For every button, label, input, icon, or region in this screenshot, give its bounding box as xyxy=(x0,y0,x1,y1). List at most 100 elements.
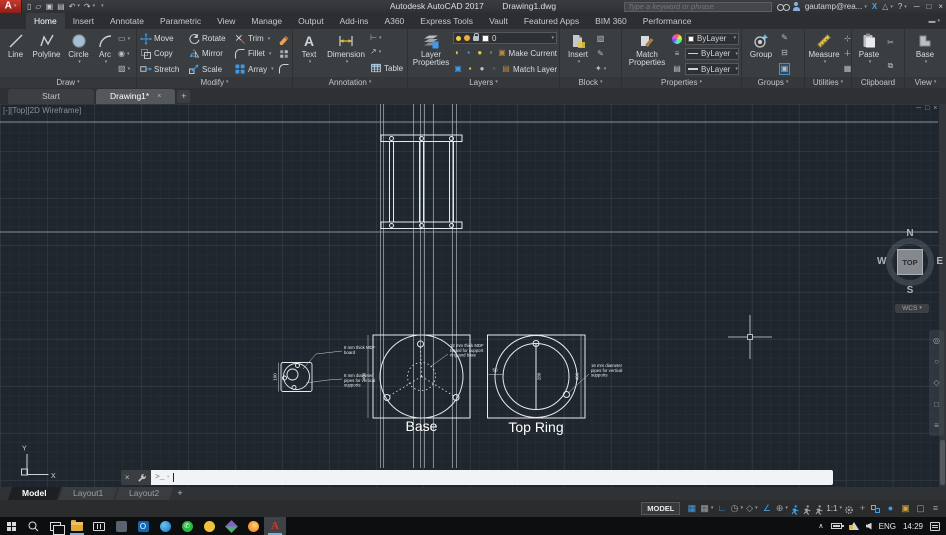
rectangle-icon[interactable]: ▭ xyxy=(118,34,129,44)
qat-customize-icon[interactable] xyxy=(99,0,104,13)
ribbon-tab-bim360[interactable]: BIM 360 xyxy=(587,13,635,29)
mirror-button[interactable]: Mirror xyxy=(188,47,232,61)
layer-make-current-icon[interactable]: ▣ xyxy=(497,48,506,58)
annotation-monitor-icon[interactable]: + xyxy=(856,501,869,516)
polyline-button[interactable]: Polyline xyxy=(29,30,64,76)
volume-muted-button[interactable]: × xyxy=(866,523,872,530)
match-layer-button[interactable]: Match Layer xyxy=(513,65,557,74)
command-close-icon[interactable]: × xyxy=(125,473,130,482)
task-view-button[interactable] xyxy=(44,517,66,535)
grid-display-icon[interactable]: ▦ xyxy=(685,501,698,516)
clean-screen-icon[interactable]: ▢ xyxy=(914,501,927,516)
exchange-apps-icon[interactable]: X xyxy=(872,2,877,11)
lineweight-list-icon[interactable]: ▤ xyxy=(672,64,683,74)
make-current-button[interactable]: Make Current xyxy=(509,49,557,58)
action-center-icon[interactable] xyxy=(930,522,940,531)
panel-properties-footer[interactable]: Properties xyxy=(622,77,741,88)
explode-icon[interactable] xyxy=(278,48,290,60)
ribbon-tab-insert[interactable]: Insert xyxy=(65,13,102,29)
layer-tool-icon[interactable]: ▫ xyxy=(486,48,495,58)
annotation-scale-icon[interactable] xyxy=(814,505,824,515)
ribbon-tab-vault[interactable]: Vault xyxy=(481,13,516,29)
ellipse-icon[interactable]: ◉ xyxy=(118,49,129,59)
battery-icon[interactable] xyxy=(831,523,842,529)
offset-icon[interactable] xyxy=(278,63,290,75)
ribbon-tab-featured-apps[interactable]: Featured Apps xyxy=(516,13,587,29)
block-attributes-icon[interactable]: ✦ xyxy=(595,64,606,74)
customization-icon[interactable]: ≡ xyxy=(929,501,942,516)
tab-model[interactable]: Model xyxy=(8,487,61,500)
doc-restore-icon[interactable]: □ xyxy=(925,105,929,112)
panel-utilities-footer[interactable]: Utilities xyxy=(805,77,851,88)
layer-tool-icon[interactable]: ▫ xyxy=(489,64,499,74)
performance-icon[interactable]: ▣ xyxy=(899,501,912,516)
whatsapp-button[interactable]: ✆ xyxy=(176,517,198,535)
edge-browser-button[interactable] xyxy=(154,517,176,535)
ungroup-icon[interactable]: ✎ xyxy=(779,33,790,43)
array-button[interactable]: Array xyxy=(234,62,276,76)
copy-clip-icon[interactable]: ⧉ xyxy=(885,61,896,71)
a360-icon[interactable]: △ xyxy=(882,2,893,11)
layer-tool-icon[interactable]: ◐ xyxy=(453,48,462,58)
layer-tool-icon[interactable]: ▪ xyxy=(464,48,473,58)
wcs-menu[interactable]: WCS xyxy=(895,304,929,313)
viewcube-top-face[interactable]: TOP xyxy=(897,249,923,275)
panel-draw-footer[interactable]: Draw xyxy=(0,77,136,88)
wifi-warning-icon[interactable] xyxy=(849,522,859,530)
rotate-button[interactable]: Rotate xyxy=(188,32,232,46)
start-button[interactable] xyxy=(0,517,22,535)
file-tab-start[interactable]: Start xyxy=(8,89,94,104)
layer-tool-icon[interactable]: ● xyxy=(477,64,487,74)
table-button[interactable]: Table xyxy=(370,61,403,75)
isolate-objects-icon[interactable] xyxy=(871,505,882,515)
search-input[interactable] xyxy=(625,3,771,11)
layer-tool-icon[interactable]: ▪ xyxy=(465,64,475,74)
command-prompt-icon[interactable]: >_ xyxy=(155,473,170,482)
maximize-button[interactable]: □ xyxy=(926,2,931,11)
text-button[interactable]: Text xyxy=(295,30,323,76)
ribbon-tab-express-tools[interactable]: Express Tools xyxy=(412,13,481,29)
photos-app-button[interactable] xyxy=(110,517,132,535)
linetype-list-icon[interactable]: ≡ xyxy=(672,49,683,59)
navigation-bar[interactable]: ◎ ○ ◇ □ ≡ xyxy=(929,330,944,436)
full-navigation-wheel-icon[interactable]: ◎ xyxy=(933,336,940,345)
ribbon-tab-manage[interactable]: Manage xyxy=(243,13,290,29)
file-tab-close-icon[interactable]: × xyxy=(157,89,161,104)
panel-block-footer[interactable]: Block xyxy=(560,77,621,88)
ribbon-minimize-icon[interactable]: ▬ xyxy=(928,13,946,29)
panel-layers-footer[interactable]: Layers xyxy=(408,77,559,88)
monitor-app-button[interactable] xyxy=(88,517,110,535)
minimize-button[interactable]: ─ xyxy=(914,2,920,11)
autocad-taskbar-button[interactable]: A xyxy=(264,517,286,535)
account-name[interactable]: gautamp@rea... xyxy=(805,2,867,11)
autocad-logo-menu[interactable]: A xyxy=(0,0,22,13)
search-icon[interactable] xyxy=(777,4,788,10)
multileader-icon[interactable]: ↗ xyxy=(370,47,381,57)
copy-button[interactable]: Copy xyxy=(140,47,186,61)
base-view-button[interactable]: Base xyxy=(907,30,943,76)
command-customize-icon[interactable] xyxy=(137,473,147,483)
isodraft-icon[interactable]: ◇ xyxy=(745,501,758,516)
file-tab-drawing1[interactable]: Drawing1* × xyxy=(96,89,175,104)
close-button[interactable]: × xyxy=(938,2,943,11)
layer-tool-icon[interactable]: ▣ xyxy=(453,64,463,74)
firefox-button[interactable] xyxy=(242,517,264,535)
move-button[interactable]: Move xyxy=(140,32,186,46)
polar-tracking-icon[interactable]: ◷ xyxy=(730,501,743,516)
new-file-icon[interactable]: ▯ xyxy=(27,0,31,13)
redo-icon[interactable]: ↷ xyxy=(84,0,95,13)
line-button[interactable]: Line xyxy=(2,30,29,76)
hardware-acceleration-icon[interactable]: ● xyxy=(884,501,897,516)
object-snap-tracking-icon[interactable]: ∠ xyxy=(760,501,773,516)
group-edit-icon[interactable]: ⊟ xyxy=(779,48,790,58)
tab-layout2[interactable]: Layout2 xyxy=(115,487,173,500)
arc-button[interactable]: Arc xyxy=(93,30,117,76)
undo-icon[interactable]: ↶ xyxy=(69,0,80,13)
linetype-select[interactable]: ByLayer xyxy=(685,48,739,60)
viewcube-west[interactable]: W xyxy=(877,256,886,267)
diamond-app-button[interactable] xyxy=(220,517,242,535)
new-layout-button[interactable]: + xyxy=(173,487,187,500)
viewport-controls[interactable]: [-][Top][2D Wireframe] xyxy=(3,106,81,115)
open-file-icon[interactable]: ▱ xyxy=(35,0,41,13)
orbit-icon[interactable]: □ xyxy=(934,400,939,409)
